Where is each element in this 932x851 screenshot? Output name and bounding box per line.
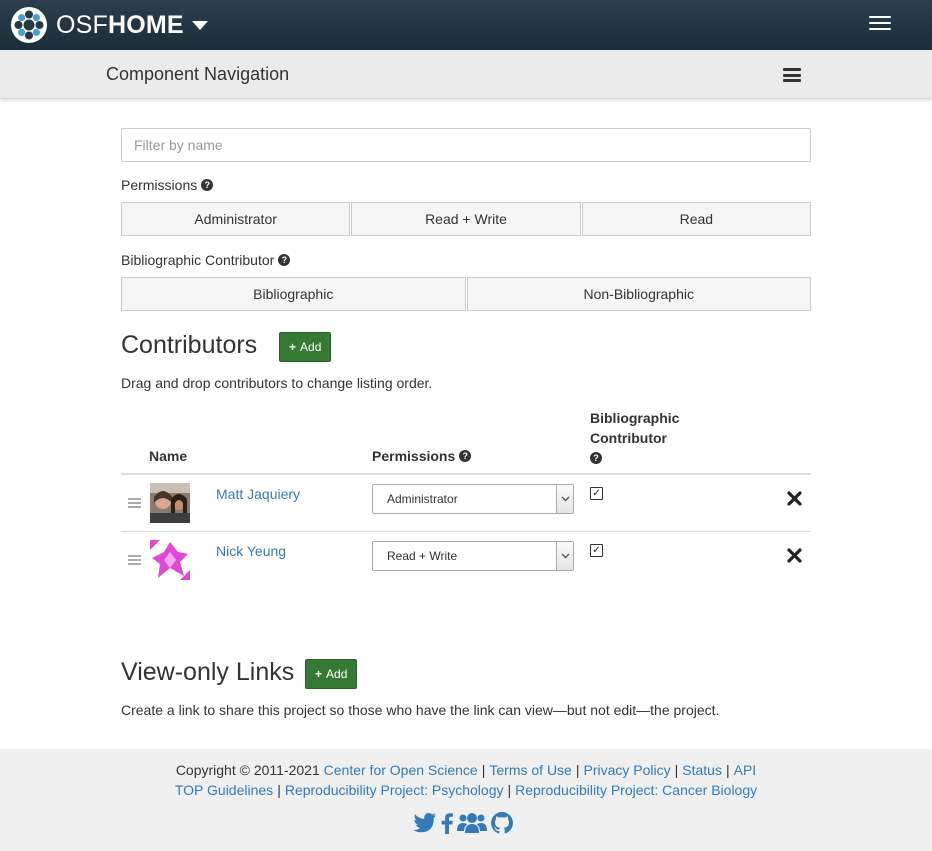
row-divider — [121, 531, 811, 532]
permission-select[interactable]: Read + Write — [372, 541, 574, 571]
brand-osf: OSF — [56, 11, 108, 39]
footer-link-privacy[interactable]: Privacy Policy — [583, 762, 670, 778]
contributors-help-text: Drag and drop contributors to change lis… — [121, 375, 433, 391]
bibliographic-header-line2: Contributor — [590, 430, 667, 446]
question-circle-icon[interactable]: ? — [278, 254, 291, 266]
avatar — [150, 540, 190, 580]
filter-read-button[interactable]: Read — [581, 202, 811, 236]
permission-select-value: Administrator — [387, 492, 458, 506]
bars-icon — [783, 68, 801, 71]
osf-home-brand[interactable]: OSFHOME — [11, 7, 208, 43]
footer-line-2: TOP Guidelines | Reproducibility Project: … — [174, 782, 758, 798]
brand-home: HOME — [108, 11, 184, 39]
component-navigation-title: Component Navigation — [106, 64, 290, 84]
contributor-name-link[interactable]: Matt Jaquiery — [216, 486, 300, 502]
remove-contributor-icon[interactable] — [786, 490, 803, 507]
add-contributor-label: Add — [300, 340, 322, 354]
question-circle-icon[interactable]: ? — [459, 450, 472, 462]
bibliographic-checkbox[interactable]: ✓ — [590, 544, 603, 557]
bars-icon — [783, 73, 801, 77]
footer-link-api[interactable]: API — [734, 762, 757, 778]
contributor-name-link[interactable]: Nick Yeung — [216, 543, 286, 559]
name-column-header: Name — [149, 448, 188, 464]
hamburger-icon — [869, 22, 891, 24]
remove-contributor-icon[interactable] — [786, 547, 803, 564]
main-menu-button[interactable] — [855, 7, 905, 39]
footer-link-terms[interactable]: Terms of Use — [489, 762, 571, 778]
permission-select-value: Read + Write — [387, 549, 458, 563]
osf-logo-icon — [11, 7, 47, 43]
bibliographic-column-header: Bibliographic Contributor ? — [590, 408, 679, 468]
drag-handle-icon[interactable] — [128, 498, 141, 508]
twitter-icon[interactable] — [413, 812, 437, 834]
permission-select[interactable]: Administrator — [372, 484, 574, 514]
question-circle-icon[interactable]: ? — [201, 179, 214, 191]
question-circle-icon[interactable]: ? — [590, 452, 602, 464]
footer-line-1: Copyright © 2011-2021 Center for Open Sc… — [175, 762, 757, 778]
avatar — [150, 483, 190, 523]
footer-link-rp-psychology[interactable]: Reproducibility Project: Psychology — [285, 782, 504, 798]
permissions-filter-group: Administrator Read + Write Read — [121, 202, 811, 236]
social-links — [413, 811, 514, 835]
bibliographic-checkbox[interactable]: ✓ — [590, 487, 603, 500]
chevron-down-icon — [556, 542, 573, 570]
brand-text: OSFHOME — [56, 7, 184, 43]
hamburger-icon — [869, 28, 891, 30]
table-header-divider — [121, 473, 811, 475]
view-only-links-heading: View-only Links — [121, 658, 295, 686]
component-menu-button[interactable] — [783, 68, 801, 82]
view-only-links-help-text: Create a link to share this project so t… — [121, 702, 720, 718]
hamburger-icon — [869, 16, 891, 18]
bibliographic-filter-label-text: Bibliographic Contributor — [121, 252, 275, 268]
filter-by-name-input[interactable] — [121, 128, 811, 162]
avatar-photo — [150, 483, 190, 523]
group-icon[interactable] — [457, 812, 487, 834]
footer-link-top-guidelines[interactable]: TOP Guidelines — [175, 782, 273, 798]
plus-icon: + — [315, 667, 323, 681]
plus-icon: + — [289, 340, 297, 354]
add-view-only-link-label: Add — [326, 667, 348, 681]
permissions-filter-label-text: Permissions — [121, 177, 198, 193]
add-view-only-link-button[interactable]: + Add — [305, 659, 358, 689]
filter-bibliographic-button[interactable]: Bibliographic — [121, 277, 466, 311]
drag-handle-icon[interactable] — [128, 555, 141, 565]
footer-link-rp-cancer-biology[interactable]: Reproducibility Project: Cancer Biology — [515, 782, 757, 798]
bars-icon — [783, 79, 801, 82]
top-navbar: OSFHOME — [0, 0, 932, 50]
bibliographic-filter-group: Bibliographic Non-Bibliographic — [121, 277, 811, 311]
footer-link-cos[interactable]: Center for Open Science — [324, 762, 478, 778]
contributors-heading: Contributors — [121, 331, 258, 359]
permissions-column-header: Permissions ? — [372, 448, 472, 464]
filter-read-write-button[interactable]: Read + Write — [351, 202, 581, 236]
permissions-filter-label: Permissions ? — [121, 177, 214, 193]
github-icon[interactable] — [490, 811, 514, 835]
bibliographic-filter-label: Bibliographic Contributor ? — [121, 252, 291, 268]
permissions-column-header-text: Permissions — [372, 448, 456, 464]
chevron-down-icon — [556, 485, 573, 513]
bibliographic-header-line1: Bibliographic — [590, 410, 680, 426]
filter-administrator-button[interactable]: Administrator — [121, 202, 351, 236]
component-navigation-bar: Component Navigation — [0, 50, 932, 99]
footer-copyright: Copyright © 2011-2021 — [175, 762, 320, 778]
caret-down-icon[interactable] — [191, 21, 208, 30]
identicon — [150, 540, 190, 580]
footer-link-status[interactable]: Status — [682, 762, 722, 778]
add-contributor-button[interactable]: + Add — [279, 332, 332, 362]
filter-non-bibliographic-button[interactable]: Non-Bibliographic — [466, 277, 811, 311]
facebook-icon[interactable] — [440, 812, 454, 834]
